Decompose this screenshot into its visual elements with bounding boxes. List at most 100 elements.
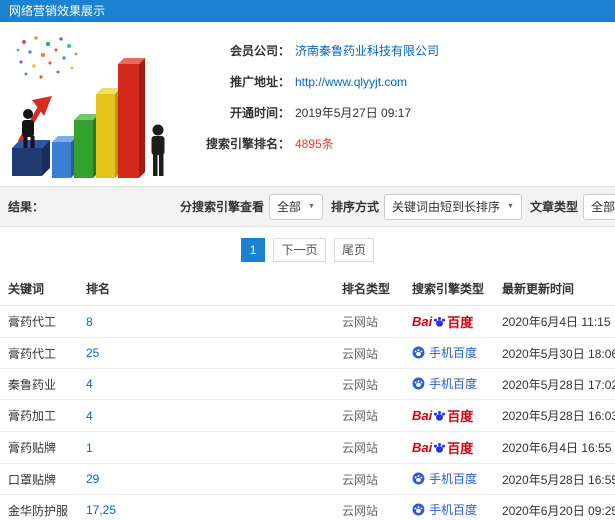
bar-red — [118, 58, 145, 178]
promo-url-link[interactable]: http://www.qlyyjt.com — [295, 75, 407, 89]
rank-type-cell: 云网站 — [334, 305, 404, 338]
mobile-baidu-icon — [412, 503, 425, 516]
rank-cell: 29 — [78, 463, 334, 495]
info-row-open-time: 开通时间： 2019年5月27日 09:17 — [178, 104, 615, 121]
pagination: 1 下一页 尾页 — [0, 227, 615, 272]
updated-time-cell: 2020年5月28日 16:55 — [494, 463, 615, 495]
table-row: 膏药贴牌 1 云网站 Bai 百度 2020年6月4日 16:55 — [0, 431, 615, 464]
keyword-cell: 膏药代工 — [0, 305, 78, 338]
engine-cell: 手机百度 — [404, 463, 494, 495]
company-info: 会员公司： 济南秦鲁药业科技有限公司 推广地址： http://www.qlyy… — [178, 30, 615, 182]
page-1-button[interactable]: 1 — [241, 238, 266, 262]
article-type-select[interactable]: 全部 ▼ — [582, 193, 615, 220]
rank-type-cell: 云网站 — [334, 494, 404, 520]
rank-link[interactable]: 17,25 — [86, 503, 116, 517]
updated-time-cell: 2020年5月28日 17:02 — [494, 368, 615, 400]
rank-link[interactable]: 29 — [86, 472, 99, 486]
company-name-link[interactable]: 济南秦鲁药业科技有限公司 — [295, 42, 439, 59]
mobile-baidu-icon — [412, 346, 425, 359]
keyword-cell: 膏药代工 — [0, 337, 78, 369]
page-title: 网络营销效果展示 — [9, 4, 106, 18]
info-row-company: 会员公司： 济南秦鲁药业科技有限公司 — [178, 42, 615, 59]
keyword-cell: 秦鲁药业 — [0, 368, 78, 400]
baidu-logo: Bai 百度 — [412, 314, 474, 330]
title-bar: 网络营销效果展示 — [0, 0, 615, 22]
table-row: 膏药代工 8 云网站 Bai 百度 2020年6月4日 11:15 — [0, 305, 615, 338]
rank-cell: 4 — [78, 368, 334, 400]
updated-time-cell: 2020年5月28日 16:03 — [494, 399, 615, 432]
rank-count-value: 4895条 — [295, 137, 334, 151]
engine-select[interactable]: 全部 ▼ — [269, 193, 323, 220]
header-engine-type: 搜索引擎类型 — [404, 272, 494, 306]
results-tbody: 膏药代工 8 云网站 Bai 百度 2020年6月4日 11:15 膏药代工 25 云网站 手机百… — [0, 305, 615, 520]
rank-link[interactable]: 4 — [86, 409, 93, 423]
rank-type-cell: 云网站 — [334, 463, 404, 495]
engine-cell: 手机百度 — [404, 368, 494, 400]
rank-link[interactable]: 1 — [86, 441, 93, 455]
mobile-baidu-label: 手机百度 — [429, 377, 478, 391]
bar-green — [74, 114, 99, 178]
mobile-baidu-icon — [412, 377, 425, 390]
engine-filter-label: 分搜索引擎查看 — [180, 200, 265, 214]
filter-bar: 结果： 分搜索引擎查看 全部 ▼ 排序方式 关键词由短到长排序 ▼ 文章类型 全… — [0, 186, 615, 227]
engine-select-value: 全部 — [277, 200, 302, 214]
keyword-cell: 膏药加工 — [0, 399, 78, 432]
rank-type-cell: 云网站 — [334, 337, 404, 369]
engine-cell: Bai 百度 — [404, 399, 494, 432]
open-time-value: 2019年5月27日 09:17 — [295, 106, 412, 120]
rank-type-cell: 云网站 — [334, 431, 404, 464]
article-type-label: 文章类型 — [529, 200, 578, 214]
keyword-cell: 口罩贴牌 — [0, 463, 78, 495]
engine-cell: Bai 百度 — [404, 431, 494, 464]
mobile-baidu-logo: 手机百度 — [412, 470, 477, 487]
header-keyword: 关键词 — [0, 272, 78, 306]
engine-cell: 手机百度 — [404, 494, 494, 520]
rank-link[interactable]: 4 — [86, 377, 93, 391]
table-row: 膏药代工 25 云网站 手机百度 2020年5月30日 18:06 — [0, 337, 615, 369]
company-label: 会员公司： — [229, 44, 290, 58]
sort-select-value: 关键词由短到长排序 — [391, 200, 500, 214]
baidu-logo: Bai 百度 — [412, 408, 474, 424]
table-row: 口罩贴牌 29 云网站 手机百度 2020年5月28日 16:55 — [0, 463, 615, 495]
next-page-button[interactable]: 下一页 — [273, 238, 326, 262]
table-row: 金华防护服 17,25 云网站 手机百度 2020年6月20日 09:25 — [0, 494, 615, 520]
chart-illustration — [6, 30, 178, 182]
confetti-dots — [16, 36, 78, 79]
rank-link[interactable]: 25 — [86, 346, 99, 360]
mobile-baidu-logo: 手机百度 — [412, 344, 477, 361]
rank-cell: 1 — [78, 431, 334, 464]
bar-yellow — [96, 88, 121, 178]
mobile-baidu-icon — [412, 472, 425, 485]
article-type-select-value: 全部 — [590, 200, 615, 214]
businessman-right — [151, 124, 165, 176]
rank-cell: 8 — [78, 305, 334, 338]
updated-time-cell: 2020年6月4日 16:55 — [494, 431, 615, 464]
baidu-paw-icon — [434, 411, 446, 421]
baidu-paw-icon — [434, 317, 446, 327]
table-header-row: 关键词 排名 排名类型 搜索引擎类型 最新更新时间 — [0, 272, 615, 306]
mobile-baidu-label: 手机百度 — [429, 503, 478, 517]
chevron-down-icon: ▼ — [507, 203, 514, 210]
baidu-logo: Bai 百度 — [412, 440, 474, 456]
table-row: 秦鲁药业 4 云网站 手机百度 2020年5月28日 17:02 — [0, 368, 615, 400]
keyword-cell: 膏药贴牌 — [0, 431, 78, 464]
updated-time-cell: 2020年6月4日 11:15 — [494, 305, 615, 338]
bar-blue — [52, 136, 77, 178]
rank-link[interactable]: 8 — [86, 315, 93, 329]
rank-cell: 17,25 — [78, 494, 334, 520]
summary-section: 会员公司： 济南秦鲁药业科技有限公司 推广地址： http://www.qlyy… — [0, 22, 615, 186]
info-row-url: 推广地址： http://www.qlyyjt.com — [178, 73, 615, 90]
sort-select[interactable]: 关键词由短到长排序 ▼ — [383, 193, 522, 220]
open-time-label: 开通时间： — [229, 106, 290, 120]
results-table: 关键词 排名 排名类型 搜索引擎类型 最新更新时间 膏药代工 8 云网站 Bai 百度 2… — [0, 272, 615, 520]
promo-url-label: 推广地址： — [229, 75, 290, 89]
result-label: 结果： — [8, 200, 45, 214]
header-updated-time: 最新更新时间 — [494, 272, 615, 306]
last-page-button[interactable]: 尾页 — [333, 238, 374, 262]
keyword-cell: 金华防护服 — [0, 494, 78, 520]
mobile-baidu-logo: 手机百度 — [412, 501, 477, 518]
chevron-down-icon: ▼ — [308, 203, 315, 210]
info-row-rank-count: 搜索引擎排名： 4895条 — [178, 135, 615, 152]
table-row: 膏药加工 4 云网站 Bai 百度 2020年5月28日 16:03 — [0, 399, 615, 432]
rank-cell: 4 — [78, 399, 334, 432]
